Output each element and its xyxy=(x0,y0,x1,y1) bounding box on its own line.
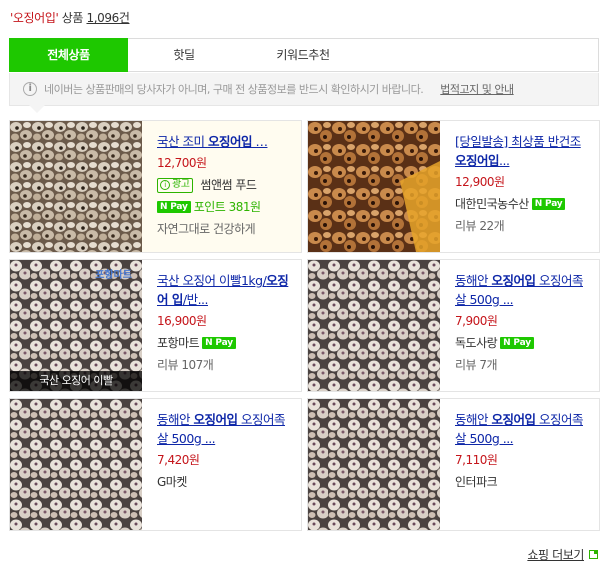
seller-name[interactable]: 독도사랑 xyxy=(455,334,498,352)
ad-badge[interactable]: i 광고 xyxy=(157,177,194,193)
product-card[interactable]: [당일발송] 최상품 반건조 오징어입... 12,900원 대한민국농수산 N… xyxy=(307,120,600,253)
product-price: 16,900원 xyxy=(157,314,207,328)
product-price: 7,420원 xyxy=(157,453,200,467)
image-caption: 국산 오징어 이빨 xyxy=(10,371,142,391)
review-count[interactable]: 리뷰 7개 xyxy=(455,356,593,374)
shopping-more-link[interactable]: 쇼핑 더보기 xyxy=(527,546,598,563)
review-count[interactable]: 리뷰 107개 xyxy=(157,356,295,374)
result-count[interactable]: 1,096건 xyxy=(86,11,129,25)
point-info: 포인트 381원 xyxy=(193,200,261,214)
external-link-icon xyxy=(589,550,598,559)
ad-label: 광고 xyxy=(172,179,190,190)
title-text: ... xyxy=(499,153,510,168)
legal-notice-link[interactable]: 법적고지 및 안내 xyxy=(440,81,514,97)
shopping-tabs: 전체상품 핫딜 키워드추천 xyxy=(9,38,599,72)
product-image[interactable] xyxy=(308,399,440,530)
product-title[interactable]: 동해안 오징어입 오징어족살 500g ... xyxy=(455,410,593,448)
more-link-label: 쇼핑 더보기 xyxy=(527,548,584,562)
product-title[interactable]: 국산 오징어 이빨1kg/오징어 입/반... xyxy=(157,271,295,309)
product-title[interactable]: 동해안 오징어입 오징어족살 500g ... xyxy=(157,410,295,448)
result-summary: '오징어입' 상품 1,096건 xyxy=(10,9,130,26)
product-card[interactable]: 동해안 오징어입 오징어족살 500g ... 7,420원 G마켓 xyxy=(9,398,302,531)
title-keyword: 오징어입 xyxy=(207,134,253,149)
info-icon: i xyxy=(23,82,37,96)
title-keyword: 오징어입 xyxy=(193,412,238,427)
title-keyword: 오징어입 xyxy=(491,273,536,288)
product-image[interactable] xyxy=(308,121,440,252)
product-price: 12,900원 xyxy=(455,175,505,189)
title-text: /반... xyxy=(182,292,209,307)
title-text: [당일발송] 최상품 반건조 xyxy=(455,134,581,149)
product-title[interactable]: [당일발송] 최상품 반건조 오징어입... xyxy=(455,132,593,170)
npay-badge: N Pay xyxy=(500,337,534,349)
seller-name[interactable]: 포항마트 xyxy=(157,334,200,352)
title-text: 동해안 xyxy=(157,412,194,427)
product-image[interactable] xyxy=(308,260,440,391)
tab-all-products[interactable]: 전체상품 xyxy=(9,38,128,72)
product-description: 자연그대로 건강하게 xyxy=(157,222,256,236)
product-image[interactable] xyxy=(10,399,142,530)
title-keyword: 오징어입 xyxy=(455,153,500,168)
seller-name[interactable]: G마켓 xyxy=(157,473,187,491)
result-label: 상품 xyxy=(61,11,84,25)
product-image[interactable]: 포항마트 국산 오징어 이빨 xyxy=(10,260,142,391)
tab-keyword-recommend[interactable]: 키워드추천 xyxy=(240,39,366,71)
image-logo: 포항마트 xyxy=(95,270,132,281)
title-keyword: 오징어입 xyxy=(491,412,536,427)
seller-name[interactable]: 썸앤썸 푸드 xyxy=(200,176,257,194)
product-image[interactable] xyxy=(10,121,142,252)
product-card[interactable]: 동해안 오징어입 오징어족살 500g ... 7,110원 인터파크 xyxy=(307,398,600,531)
disclaimer-notice: i 네이버는 상품판매의 당사자가 아니며, 구매 전 상품정보를 반드시 확인… xyxy=(9,73,599,106)
review-count[interactable]: 리뷰 22개 xyxy=(455,217,593,235)
title-text: 국산 조미 xyxy=(157,134,208,149)
npay-badge: N Pay xyxy=(531,198,566,210)
npay-badge: N Pay xyxy=(202,337,236,349)
notice-caret xyxy=(29,105,45,113)
disclaimer-text: 네이버는 상품판매의 당사자가 아니며, 구매 전 상품정보를 반드시 확인하시… xyxy=(44,83,424,96)
product-price: 7,110원 xyxy=(455,453,498,467)
info-icon: i xyxy=(160,180,170,190)
npay-badge: N Pay xyxy=(157,201,191,213)
search-query: '오징어입' xyxy=(10,11,59,25)
seller-name[interactable]: 인터파크 xyxy=(455,473,498,491)
product-title[interactable]: 국산 조미 오징어입 … xyxy=(157,132,295,151)
seller-name[interactable]: 대한민국농수산 xyxy=(455,195,529,213)
title-text: 동해안 xyxy=(455,273,492,288)
product-price: 7,900원 xyxy=(455,314,498,328)
tab-hot-deal[interactable]: 핫딜 xyxy=(128,39,240,71)
title-text: … xyxy=(251,134,268,149)
product-price: 12,700원 xyxy=(157,156,207,170)
product-title[interactable]: 동해안 오징어입 오징어족살 500g ... xyxy=(455,271,593,309)
product-card[interactable]: 국산 조미 오징어입 … 12,700원 i 광고 썸앤썸 푸드 N Pay 포인… xyxy=(9,120,302,253)
title-text: 동해안 xyxy=(455,412,492,427)
title-text: 국산 오징어 이빨1kg/ xyxy=(157,273,267,288)
product-card[interactable]: 포항마트 국산 오징어 이빨 국산 오징어 이빨1kg/오징어 입/반... 1… xyxy=(9,259,302,392)
product-card[interactable]: 동해안 오징어입 오징어족살 500g ... 7,900원 독도사랑 N Pa… xyxy=(307,259,600,392)
